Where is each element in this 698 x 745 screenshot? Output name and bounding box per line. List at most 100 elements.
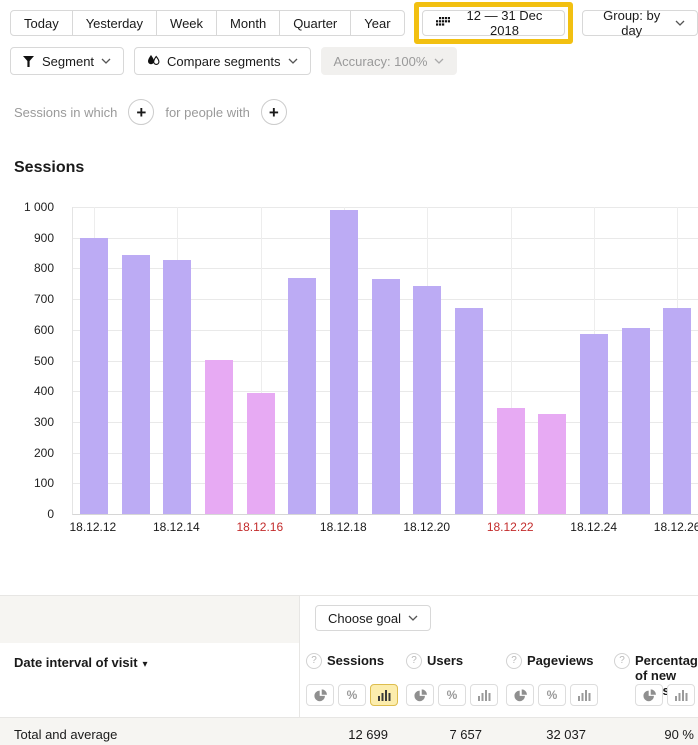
bar-18.12.26[interactable]: [663, 308, 691, 514]
bar-chart-icon: [578, 689, 591, 701]
column-label: Users: [427, 653, 463, 668]
segment-toolbar: Segment Compare segments Accuracy: 100%: [0, 46, 698, 76]
metric-columns: ? Sessions%? Users%? Pageviews% ?Percentage …: [300, 643, 698, 717]
preset-yesterday-button[interactable]: Yesterday: [72, 10, 157, 36]
bar-18.12.13[interactable]: [122, 255, 150, 514]
segment-label: Segment: [42, 54, 94, 69]
bar-18.12.25[interactable]: [622, 328, 650, 514]
preset-month-button[interactable]: Month: [216, 10, 280, 36]
bar-18.12.19[interactable]: [372, 279, 400, 514]
plot-area: [72, 207, 698, 515]
percent-icon: %: [547, 688, 558, 702]
view-switcher: %: [506, 684, 598, 706]
bar-18.12.16[interactable]: [247, 393, 275, 514]
x-axis: 18.12.1218.12.1418.12.1618.12.1818.12.20…: [72, 520, 698, 536]
column-header-sessions: ? Sessions: [306, 653, 400, 669]
sessions-in-which-label: Sessions in which: [14, 105, 117, 120]
sessions-bar-view-button[interactable]: [370, 684, 398, 706]
bar-18.12.24[interactable]: [580, 334, 608, 514]
preset-week-button[interactable]: Week: [156, 10, 217, 36]
sessions-bar-chart: 1 0009008007006005004003002001000 18.12.…: [0, 207, 698, 543]
users-pie-view-button[interactable]: [406, 684, 434, 706]
preset-today-button[interactable]: Today: [10, 10, 73, 36]
date-range-highlight: 12 — 31 Dec 2018: [414, 2, 574, 44]
percentage-of-new-users-pie-view-button[interactable]: [635, 684, 663, 706]
add-user-condition-button[interactable]: +: [261, 99, 287, 125]
pageviews-percent-view-button[interactable]: %: [538, 684, 566, 706]
total-value-users: 7 657: [400, 727, 500, 742]
y-tick-label: 1 000: [0, 200, 54, 214]
chevron-down-icon: [408, 615, 418, 621]
pie-chart-icon: [643, 689, 656, 702]
total-value-sessions: 12 699: [300, 727, 400, 742]
chart-title: Sessions: [14, 159, 698, 177]
column-header-users: ? Users: [406, 653, 500, 669]
group-by-dropdown[interactable]: Group: by day: [582, 10, 698, 36]
choose-goal-label: Choose goal: [328, 611, 401, 626]
pie-chart-icon: [414, 689, 427, 702]
pie-chart-icon: [314, 689, 327, 702]
bar-18.12.18[interactable]: [330, 210, 358, 514]
pageviews-pie-view-button[interactable]: [506, 684, 534, 706]
for-people-with-label: for people with: [165, 105, 250, 120]
compare-segments-label: Compare segments: [167, 54, 280, 69]
compare-segments-dropdown[interactable]: Compare segments: [134, 47, 310, 75]
bar-18.12.20[interactable]: [413, 286, 441, 514]
date-range-presets: Today Yesterday Week Month Quarter Year: [10, 10, 405, 36]
table-corner: [0, 596, 300, 643]
add-session-condition-button[interactable]: +: [128, 99, 154, 125]
segment-dropdown[interactable]: Segment: [10, 47, 124, 75]
view-switcher: [635, 684, 695, 706]
pageviews-bar-view-button[interactable]: [570, 684, 598, 706]
help-icon[interactable]: ?: [406, 653, 422, 669]
date-range-label: 12 — 31 Dec 2018: [458, 8, 552, 38]
bar-18.12.12[interactable]: [80, 238, 108, 514]
chevron-down-icon: [101, 58, 111, 64]
sessions-pie-view-button[interactable]: [306, 684, 334, 706]
column-label: Sessions: [327, 653, 384, 668]
chevron-down-icon: [434, 58, 444, 64]
chevron-down-icon: [675, 20, 685, 26]
help-icon[interactable]: ?: [506, 653, 522, 669]
preset-quarter-button[interactable]: Quarter: [279, 10, 351, 36]
y-tick-label: 900: [0, 231, 54, 245]
y-tick-label: 700: [0, 292, 54, 306]
bar-18.12.14[interactable]: [163, 260, 191, 514]
column-label: Pageviews: [527, 653, 594, 668]
users-bar-view-button[interactable]: [470, 684, 498, 706]
x-tick-label: 18.12.26: [654, 520, 698, 534]
y-tick-label: 800: [0, 261, 54, 275]
users-percent-view-button[interactable]: %: [438, 684, 466, 706]
y-tick-label: 100: [0, 476, 54, 490]
bar-18.12.22[interactable]: [497, 408, 525, 514]
goal-bar: Choose goal: [300, 596, 698, 643]
bar-18.12.21[interactable]: [455, 308, 483, 514]
y-tick-label: 600: [0, 323, 54, 337]
x-tick-label: 18.12.24: [570, 520, 617, 534]
y-axis: 1 0009008007006005004003002001000: [0, 207, 62, 514]
view-switcher: %: [406, 684, 498, 706]
choose-goal-dropdown[interactable]: Choose goal: [315, 605, 431, 631]
x-tick-label: 18.12.18: [320, 520, 367, 534]
accuracy-dropdown[interactable]: Accuracy: 100%: [321, 47, 458, 75]
bar-18.12.23[interactable]: [538, 414, 566, 514]
total-value-pageviews: 32 037: [500, 727, 608, 742]
date-range-button[interactable]: 12 — 31 Dec 2018: [422, 10, 566, 36]
percentage-of-new-users-bar-view-button[interactable]: [667, 684, 695, 706]
x-tick-label: 18.12.20: [403, 520, 450, 534]
column-header-pageviews: ? Pageviews: [506, 653, 608, 669]
dimension-header[interactable]: Date interval of visit▾: [0, 643, 300, 717]
total-value-percentage-of-new-users: 90 %: [608, 727, 698, 742]
metrics-table: Choose goal Date interval of visit▾ ? Ses…: [0, 595, 698, 745]
preset-year-button[interactable]: Year: [350, 10, 404, 36]
help-icon[interactable]: ?: [306, 653, 322, 669]
group-by-label: Group: by day: [595, 8, 668, 38]
x-tick-label: 18.12.22: [487, 520, 534, 534]
bar-18.12.17[interactable]: [288, 278, 316, 514]
sessions-percent-view-button[interactable]: %: [338, 684, 366, 706]
column-percentage-of-new-users: ?Percentage of new users: [608, 643, 698, 717]
help-icon[interactable]: ?: [614, 653, 630, 669]
bar-18.12.15[interactable]: [205, 360, 233, 514]
percent-icon: %: [347, 688, 358, 702]
droplets-icon: [147, 55, 160, 67]
